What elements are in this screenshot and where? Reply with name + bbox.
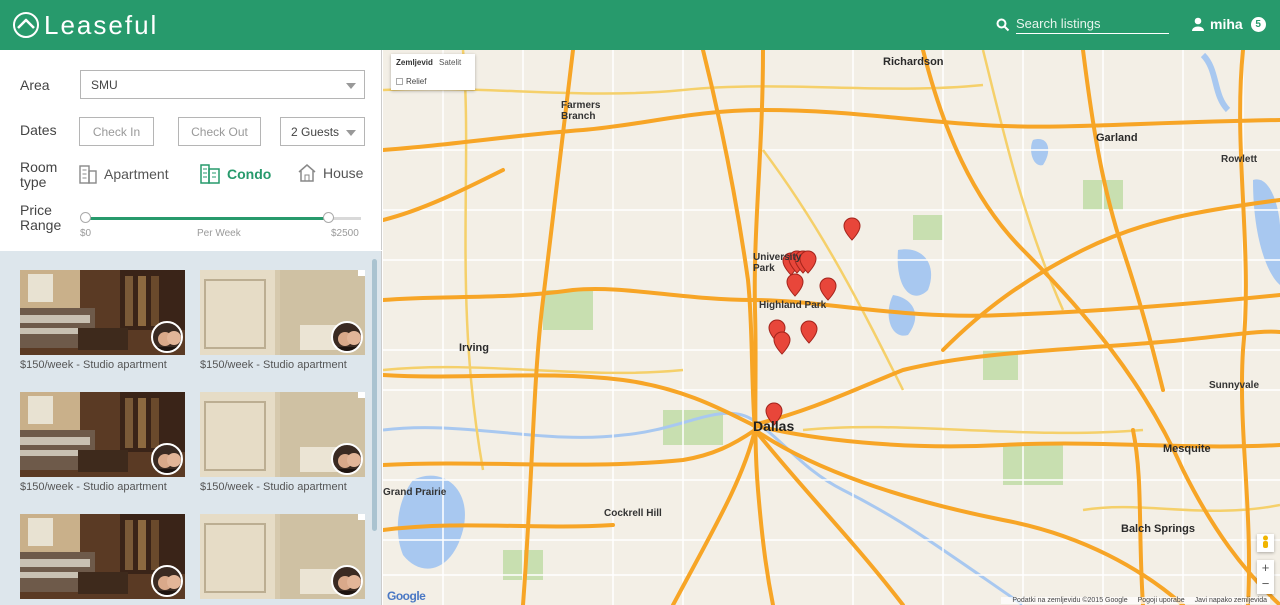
map-label-richardson: Richardson [883, 56, 944, 68]
listing-photo-bathroom [200, 392, 365, 477]
price-label-line2: Range [20, 217, 62, 233]
listing-photo-bedroom [20, 270, 185, 355]
map-canvas [383, 50, 1280, 605]
listing-caption: $150/week - Studio apartment [20, 481, 167, 493]
listings-panel: $150/week - Studio apartment $150/week -… [0, 251, 382, 605]
map-label-garland: Garland [1096, 132, 1138, 144]
zoom-control: + − [1257, 560, 1274, 594]
map[interactable]: Dallas Irving Garland Richardson Mesquit… [383, 50, 1280, 605]
street-view-pegman-icon[interactable] [1257, 534, 1274, 552]
map-label-dallas: Dallas [753, 418, 795, 434]
price-slider-fill [85, 217, 328, 220]
check-in-field[interactable]: Check In [79, 117, 154, 146]
host-avatar [151, 443, 183, 475]
price-min-label: $0 [80, 228, 92, 239]
guests-select[interactable]: 2 Guests [280, 117, 365, 146]
map-label-balch-springs: Balch Springs [1121, 523, 1195, 535]
room-type-label-line2: type [20, 174, 47, 190]
map-label-sunnyvale: Sunnyvale [1209, 380, 1260, 391]
map-label-rowlett: Rowlett [1221, 154, 1258, 165]
check-out-field[interactable]: Check Out [178, 117, 261, 146]
listing-card[interactable]: $150/week - Studio apartment [200, 392, 365, 493]
user-name: miha [1210, 16, 1243, 32]
listing-card[interactable]: $150/week - Studio apartment [20, 270, 185, 371]
app-name: Leaseful [44, 9, 159, 40]
area-value: SMU [91, 77, 118, 92]
chevron-down-icon [346, 82, 356, 89]
map-label-irving: Irving [459, 342, 489, 354]
map-type-map-button[interactable]: Zemljevid [396, 58, 433, 67]
room-type-label: Room type [20, 160, 57, 190]
room-type-house-label: House [323, 165, 364, 181]
price-label-line1: Price [20, 202, 52, 218]
listing-photo-bathroom [200, 514, 365, 599]
listing-caption: $150/week - Studio apartment [200, 481, 347, 493]
relief-checkbox[interactable]: Relief [396, 77, 426, 86]
host-avatar [151, 321, 183, 353]
filter-panel: Area SMU Dates Check In Check Out 2 Gues… [0, 50, 382, 250]
building-icon [79, 165, 97, 184]
area-select[interactable]: SMU [80, 70, 365, 99]
top-bar: Leaseful miha 5 [0, 0, 1280, 50]
room-type-condo[interactable]: Condo [200, 163, 271, 184]
price-range-label: Price Range [20, 203, 61, 233]
listing-photo-bathroom [200, 270, 365, 355]
notification-badge[interactable]: 5 [1250, 16, 1266, 32]
room-type-condo-label: Condo [227, 165, 272, 182]
room-type-label-line1: Room [20, 159, 58, 175]
map-label-grand-prairie: Grand Prairie [383, 487, 447, 498]
price-unit-label: Per Week [197, 228, 241, 239]
host-avatar [151, 565, 183, 597]
price-max-label: $2500 [331, 228, 359, 239]
search-icon [996, 18, 1010, 32]
report-error-link[interactable]: Javi napako zemljevida [1195, 597, 1267, 604]
listing-caption: $150/week - Studio apartment [20, 359, 167, 371]
price-slider[interactable] [85, 217, 361, 220]
relief-label: Relief [406, 77, 427, 86]
listing-card[interactable] [200, 514, 365, 603]
host-avatar [331, 565, 363, 597]
user-menu[interactable]: miha 5 [1192, 15, 1266, 33]
listing-photo-bedroom [20, 392, 185, 477]
room-type-apartment[interactable]: Apartment [79, 163, 169, 184]
leaseful-logo-icon [13, 12, 39, 38]
map-type-control: Zemljevid Satelit Relief [391, 54, 475, 90]
room-type-house[interactable]: House [297, 163, 363, 183]
user-icon [1192, 17, 1204, 31]
listing-card[interactable]: $150/week - Studio apartment [200, 270, 365, 371]
zoom-out-button[interactable]: − [1257, 576, 1274, 592]
dates-label: Dates [20, 122, 57, 138]
google-logo[interactable]: Google [387, 589, 426, 603]
map-footer: Podatki na zemljevidu ©2015 Google Pogoj… [1001, 597, 1270, 604]
map-label-farmers-branch: Farmers Branch [561, 100, 601, 122]
checkbox-icon [396, 78, 403, 85]
listing-caption: $150/week - Studio apartment [200, 359, 347, 371]
price-slider-min-handle[interactable] [80, 212, 91, 223]
condo-icon [200, 164, 220, 184]
guests-value: 2 Guests [291, 124, 340, 139]
map-label-highland-park: Highland Park [759, 300, 827, 311]
logo[interactable]: Leaseful [12, 9, 158, 41]
room-type-apartment-label: Apartment [104, 165, 169, 182]
listing-photo-bedroom [20, 514, 185, 599]
map-label-university-park: University Park [753, 252, 802, 274]
area-label: Area [20, 77, 50, 93]
house-icon [298, 164, 316, 182]
listings-scrollbar[interactable] [372, 259, 377, 531]
map-label-mesquite: Mesquite [1163, 443, 1211, 455]
host-avatar [331, 443, 363, 475]
map-type-satellite-button[interactable]: Satelit [439, 58, 461, 67]
listing-card[interactable] [20, 514, 185, 603]
listing-card[interactable]: $150/week - Studio apartment [20, 392, 185, 493]
host-avatar [331, 321, 363, 353]
search-box [996, 14, 1169, 34]
map-data-attribution: Podatki na zemljevidu ©2015 Google [1012, 597, 1128, 604]
chevron-down-icon [346, 129, 356, 136]
search-input[interactable] [1016, 14, 1169, 34]
zoom-in-button[interactable]: + [1257, 560, 1274, 576]
price-slider-max-handle[interactable] [322, 212, 334, 223]
terms-link[interactable]: Pogoji uporabe [1138, 597, 1185, 604]
map-label-cockrell-hill: Cockrell Hill [604, 508, 662, 519]
